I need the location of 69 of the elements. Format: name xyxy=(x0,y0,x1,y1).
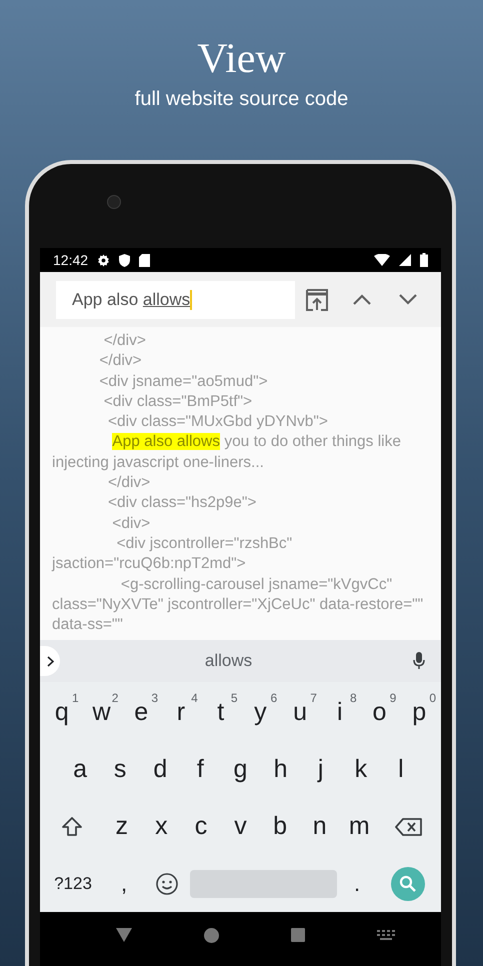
chevron-down-icon xyxy=(399,294,418,305)
key[interactable]: t 5 xyxy=(200,684,241,741)
gear-icon xyxy=(97,254,110,266)
promo-title: View xyxy=(197,35,286,84)
source-line: <div class="BmP5tf"> xyxy=(102,392,254,412)
key-hint: 0 xyxy=(429,692,436,704)
sd-card-icon xyxy=(139,254,150,266)
key[interactable]: h xyxy=(260,741,301,798)
shift-icon xyxy=(60,814,84,838)
backspace-icon xyxy=(395,816,424,836)
find-field[interactable]: App also allows xyxy=(56,280,296,318)
key[interactable]: s xyxy=(100,741,140,798)
key[interactable]: k xyxy=(340,741,381,798)
source-line: </div> xyxy=(106,473,152,494)
key-hint: 2 xyxy=(112,692,118,704)
camera xyxy=(107,195,121,209)
key-hint: 9 xyxy=(390,692,396,704)
expand-button[interactable] xyxy=(40,646,60,676)
wifi-icon xyxy=(374,254,390,266)
key[interactable]: . xyxy=(337,855,377,912)
home-icon xyxy=(204,928,219,942)
source-line: <div jscontroller="rzshBc" jsaction="rcuQ6b:npT2md"> xyxy=(52,534,294,574)
key[interactable]: d xyxy=(140,741,180,798)
source-line: </div> xyxy=(98,351,143,372)
symbols-key[interactable]: ?123 xyxy=(42,855,104,912)
box-with-up-arrow-icon xyxy=(305,288,330,310)
key[interactable]: x xyxy=(142,798,182,855)
key-hint: 6 xyxy=(270,692,278,704)
signal-icon xyxy=(399,254,411,266)
key[interactable]: i 8 xyxy=(320,684,360,741)
status-time: 12:42 xyxy=(53,250,88,270)
source-line: <div> xyxy=(111,514,152,534)
key[interactable]: , xyxy=(104,855,144,912)
keyboard-icon xyxy=(377,930,395,940)
chevron-right-icon xyxy=(46,656,54,666)
microphone-icon xyxy=(413,652,425,670)
key[interactable]: j xyxy=(300,741,341,798)
recents-icon xyxy=(291,928,305,942)
suggestion[interactable]: allows xyxy=(204,648,252,674)
key[interactable]: a xyxy=(60,741,100,798)
key[interactable]: l xyxy=(380,741,421,798)
key-hint: 5 xyxy=(230,692,238,704)
key[interactable]: r 4 xyxy=(161,684,201,741)
key-hint: 3 xyxy=(151,692,158,704)
key[interactable]: v xyxy=(220,798,260,855)
shield-icon xyxy=(119,254,130,266)
key-hint: 8 xyxy=(350,692,357,704)
key[interactable]: m xyxy=(339,798,380,855)
key-hint: 1 xyxy=(72,692,79,704)
key[interactable]: g xyxy=(220,741,261,798)
key-hint: 7 xyxy=(310,692,317,704)
key-hint: 4 xyxy=(191,692,198,704)
battery-icon xyxy=(420,253,428,267)
source-line: <div class="hs2p9e"> xyxy=(106,493,258,514)
chevron-up-icon xyxy=(353,294,372,305)
promo-subtitle: full website source code xyxy=(134,87,348,112)
source-line: </div> xyxy=(102,331,147,351)
source-line: <g-scrolling-carousel jsname="kVgvCc" class="NyXVTe" jscontroller="XjCeUc" data-restore="" data-ss="" xyxy=(52,574,424,636)
key[interactable]: c xyxy=(181,798,221,855)
source-line: App also allows you to do other things like injecting javascript one-liners... xyxy=(52,432,402,473)
back-icon xyxy=(116,928,132,942)
key[interactable]: n xyxy=(300,798,340,855)
search-icon xyxy=(399,874,417,892)
key[interactable]: f xyxy=(180,741,220,798)
smiley-icon xyxy=(155,872,179,896)
key[interactable]: z xyxy=(102,798,142,855)
source-line: <div class="MUxGbd yDYNvb"> xyxy=(106,412,329,432)
key[interactable]: b xyxy=(260,798,300,855)
source-line: <div jsname="ao5mud"> xyxy=(98,372,269,392)
